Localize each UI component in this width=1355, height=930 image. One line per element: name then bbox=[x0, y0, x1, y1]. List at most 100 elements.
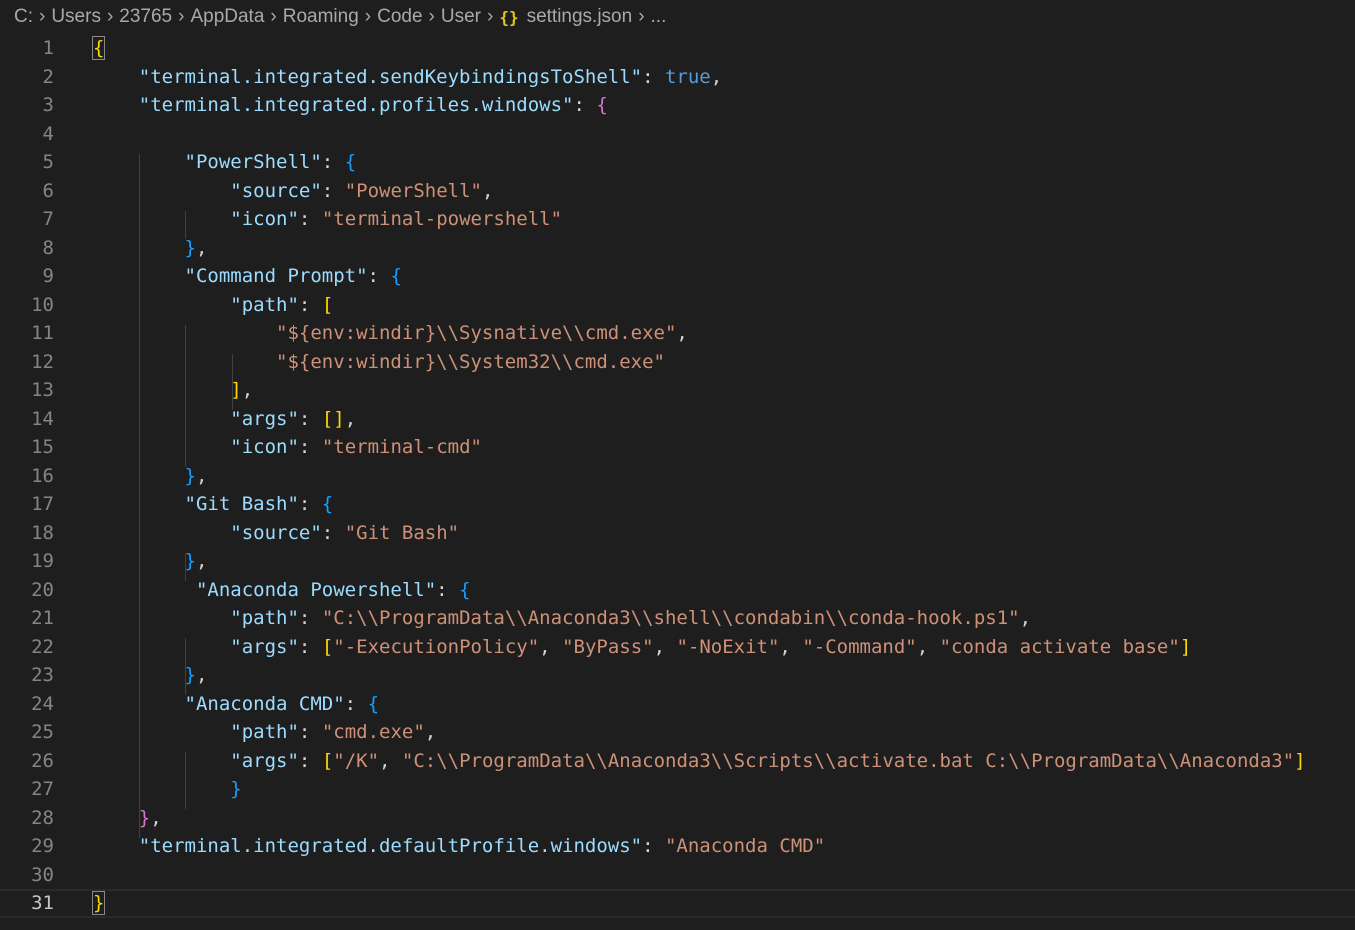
code-text: "PowerShell": { bbox=[93, 148, 357, 177]
breadcrumb-item[interactable]: C: bbox=[14, 6, 33, 28]
code-text: "source": "Git Bash" bbox=[93, 519, 459, 548]
code-line[interactable]: 19 }, bbox=[0, 547, 1355, 576]
code-token: , bbox=[195, 664, 208, 686]
code-token: , bbox=[653, 635, 677, 658]
code-line[interactable]: 25 "path": "cmd.exe", bbox=[0, 718, 1355, 747]
code-token: } bbox=[184, 550, 196, 572]
code-line[interactable]: 16 }, bbox=[0, 462, 1355, 491]
code-text: "terminal.integrated.sendKeybindingsToSh… bbox=[93, 63, 722, 92]
code-line[interactable]: 26 "args": ["/K", "C:\\ProgramData\\Anac… bbox=[0, 747, 1355, 776]
code-token: , bbox=[539, 635, 563, 658]
code-token: : bbox=[642, 835, 665, 857]
code-line[interactable]: 24 "Anaconda CMD": { bbox=[0, 690, 1355, 719]
code-token: } bbox=[230, 778, 242, 800]
chevron-right-icon: › bbox=[178, 6, 185, 27]
chevron-right-icon: › bbox=[486, 6, 494, 27]
line-number: 11 bbox=[31, 322, 54, 344]
code-line[interactable]: 28 }, bbox=[0, 804, 1355, 833]
code-token: "Anaconda Powershell" bbox=[195, 578, 437, 601]
code-line[interactable]: 14 "args": [], bbox=[0, 405, 1355, 434]
code-line[interactable]: 5 "PowerShell": { bbox=[0, 148, 1355, 177]
code-line[interactable]: 21 "path": "C:\\ProgramData\\Anaconda3\\… bbox=[0, 604, 1355, 633]
code-token: "source" bbox=[230, 521, 322, 544]
breadcrumb-more[interactable]: ... bbox=[651, 6, 667, 28]
code-token: : bbox=[367, 265, 391, 287]
line-number: 1 bbox=[42, 37, 54, 59]
code-line[interactable]: 9 "Command Prompt": { bbox=[0, 262, 1355, 291]
chevron-right-icon: › bbox=[39, 6, 46, 27]
code-token: "terminal-powershell" bbox=[321, 208, 563, 230]
code-token: } bbox=[184, 464, 196, 487]
breadcrumb: C: › Users › 23765 › AppData › Roaming › Code › User… bbox=[0, 0, 1355, 34]
code-line[interactable]: 18 "source": "Git Bash" bbox=[0, 519, 1355, 548]
code-token: } bbox=[184, 664, 196, 686]
code-token: "Anaconda CMD" bbox=[184, 692, 345, 715]
line-number: 31 bbox=[31, 892, 54, 914]
code-line[interactable]: 29 "terminal.integrated.defaultProfile.w… bbox=[0, 832, 1355, 861]
code-line[interactable]: 3 "terminal.integrated.profiles.windows"… bbox=[0, 91, 1355, 120]
code-text: ], bbox=[93, 376, 253, 405]
breadcrumb-item[interactable]: 23765 bbox=[119, 6, 172, 28]
breadcrumb-item[interactable]: Code bbox=[377, 6, 422, 28]
breadcrumb-item[interactable]: Roaming bbox=[283, 6, 359, 28]
code-line[interactable]: 4 bbox=[0, 120, 1355, 149]
code-line[interactable]: 30 bbox=[0, 861, 1355, 890]
code-token: , bbox=[1019, 607, 1032, 629]
code-token: , bbox=[195, 236, 208, 259]
code-token: } bbox=[138, 806, 151, 829]
code-token: "source" bbox=[230, 179, 322, 202]
breadcrumb-item[interactable]: Users bbox=[51, 6, 101, 28]
code-line[interactable]: 23 }, bbox=[0, 661, 1355, 690]
code-line[interactable]: 12 "${env:windir}\\System32\\cmd.exe" bbox=[0, 348, 1355, 377]
code-token: "/K" bbox=[333, 749, 380, 772]
code-text: "terminal.integrated.profiles.windows": … bbox=[93, 91, 608, 120]
line-number: 20 bbox=[31, 578, 54, 601]
code-editor[interactable]: 1{2 "terminal.integrated.sendKeybindings… bbox=[0, 34, 1355, 930]
code-line[interactable]: 2 "terminal.integrated.sendKeybindingsTo… bbox=[0, 63, 1355, 92]
code-text: }, bbox=[93, 234, 208, 263]
line-number: 6 bbox=[42, 179, 54, 202]
code-line[interactable]: 20 "Anaconda Powershell": { bbox=[0, 576, 1355, 605]
code-line[interactable]: 27 } bbox=[0, 775, 1355, 804]
code-line[interactable]: 10 "path": [ bbox=[0, 291, 1355, 320]
code-line[interactable]: 31} bbox=[0, 889, 1355, 918]
code-line[interactable]: 6 "source": "PowerShell", bbox=[0, 177, 1355, 206]
code-line[interactable]: 7 "icon": "terminal-powershell" bbox=[0, 205, 1355, 234]
code-line[interactable]: 13 ], bbox=[0, 376, 1355, 405]
code-text: "${env:windir}\\System32\\cmd.exe" bbox=[93, 348, 665, 377]
code-text: "icon": "terminal-cmd" bbox=[93, 433, 482, 462]
code-token: "args" bbox=[230, 635, 299, 658]
breadcrumb-file[interactable]: settings.json bbox=[527, 6, 633, 28]
code-token: : bbox=[573, 94, 597, 116]
code-line[interactable]: 17 "Git Bash": { bbox=[0, 490, 1355, 519]
code-line[interactable]: 1{ bbox=[0, 34, 1355, 63]
code-token: { bbox=[91, 36, 106, 60]
code-text: }, bbox=[93, 804, 162, 833]
line-number: 7 bbox=[42, 208, 54, 230]
code-line[interactable]: 22 "args": ["-ExecutionPolicy", "ByPass"… bbox=[0, 633, 1355, 662]
code-token: "-ExecutionPolicy" bbox=[333, 635, 540, 658]
line-number: 12 bbox=[31, 350, 54, 373]
code-line[interactable]: 8 }, bbox=[0, 234, 1355, 263]
code-text: "path": "C:\\ProgramData\\Anaconda3\\she… bbox=[93, 604, 1031, 633]
code-token: "terminal.integrated.sendKeybindingsToSh… bbox=[138, 65, 643, 88]
breadcrumb-item[interactable]: User bbox=[441, 6, 481, 28]
breadcrumb-item[interactable]: AppData bbox=[190, 6, 264, 28]
line-number: 29 bbox=[31, 835, 54, 857]
code-line[interactable]: 11 "${env:windir}\\Sysnative\\cmd.exe", bbox=[0, 319, 1355, 348]
code-token: : bbox=[298, 749, 322, 772]
chevron-right-icon: › bbox=[106, 6, 114, 27]
code-line[interactable]: 15 "icon": "terminal-cmd" bbox=[0, 433, 1355, 462]
code-token: [ bbox=[321, 293, 334, 316]
